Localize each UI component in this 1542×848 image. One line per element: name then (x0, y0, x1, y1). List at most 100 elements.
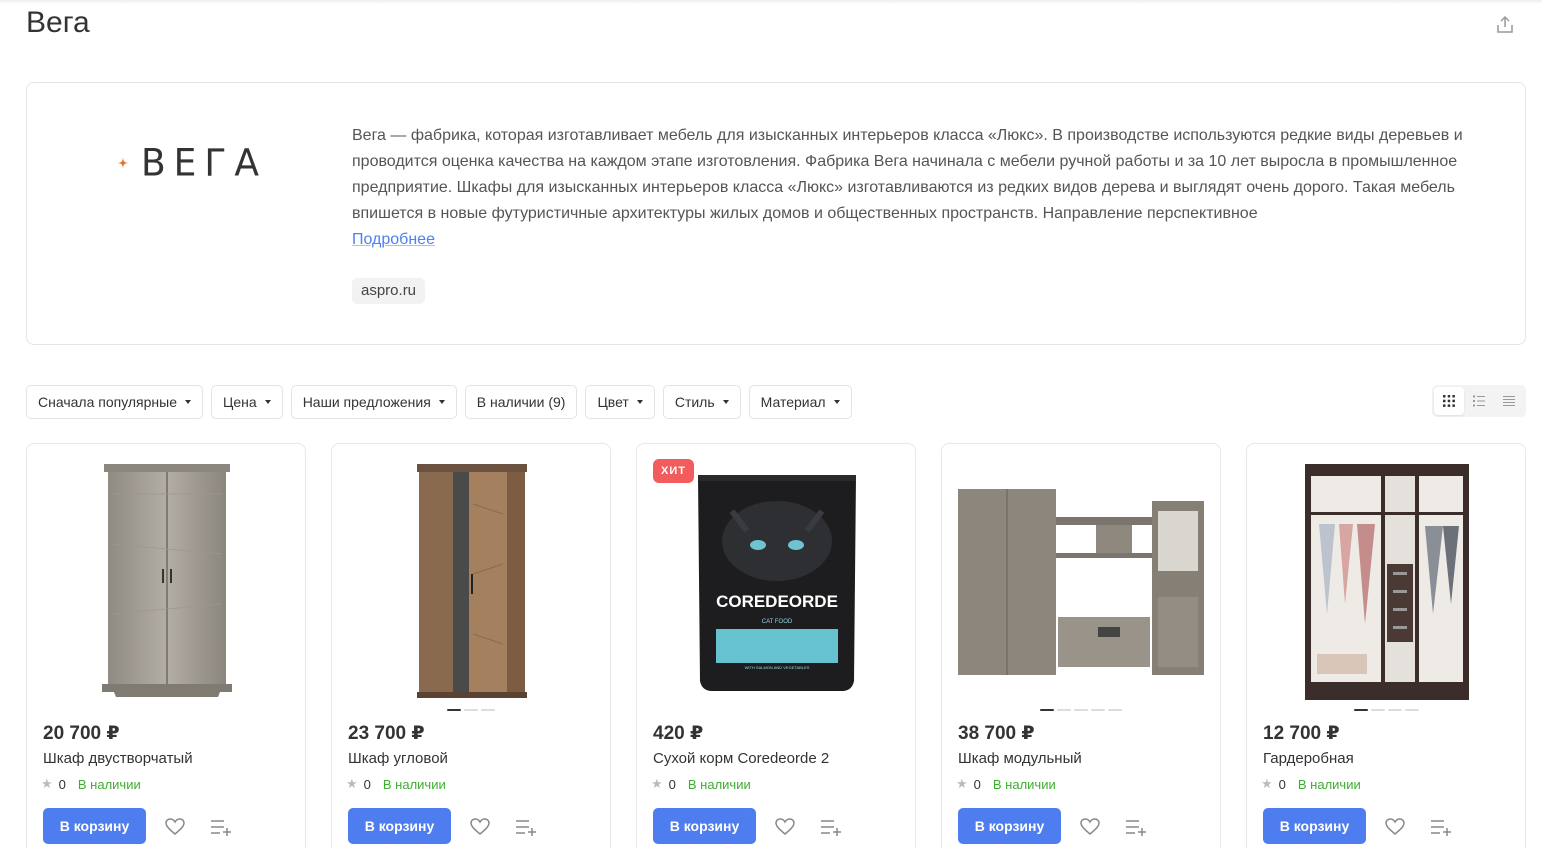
product-image[interactable] (43, 462, 291, 702)
stock-status: В наличии (77, 776, 141, 792)
svg-text:CAT FOOD: CAT FOOD (762, 619, 793, 625)
product-price: 420 ₽ (653, 723, 704, 744)
rating-count: 0 (58, 776, 66, 792)
filter-button[interactable]: Сначала популярные (26, 385, 204, 419)
image-slider-dots[interactable] (1247, 709, 1525, 711)
product-image[interactable] (348, 462, 596, 702)
product-grid: 20 700 ₽ Шкаф двустворчатый ★ 0 В наличии В к… (26, 443, 1526, 848)
product-card[interactable]: 12 700 ₽ Гардеробная ★ 0 В наличии В корзину (1246, 443, 1526, 848)
compare-icon[interactable] (1124, 816, 1148, 838)
slider-dot[interactable] (1370, 709, 1385, 711)
add-to-cart-button[interactable]: В корзину (653, 808, 756, 844)
filter-button[interactable]: В наличии (9) (464, 385, 578, 419)
compare-icon[interactable] (209, 816, 233, 838)
list-view-icon[interactable] (1464, 387, 1494, 415)
slider-dot[interactable] (1108, 709, 1122, 711)
heart-icon[interactable] (469, 816, 491, 838)
heart-icon[interactable] (1079, 816, 1101, 838)
filter-label: Материал (760, 394, 826, 410)
heart-icon[interactable] (1384, 816, 1406, 838)
filter-button[interactable]: Стиль (662, 385, 741, 419)
slider-dot[interactable] (1074, 709, 1088, 711)
product-price: 20 700 ₽ (43, 723, 120, 744)
add-to-cart-button[interactable]: В корзину (43, 808, 146, 844)
product-card[interactable]: 20 700 ₽ Шкаф двустворчатый ★ 0 В наличии В к… (26, 443, 306, 848)
product-name[interactable]: Сухой корм Coredeorde 2 (653, 750, 829, 767)
svg-text:COREDEORDE: COREDEORDE (716, 592, 838, 611)
read-more-link[interactable]: Подробнее (352, 227, 435, 253)
filter-label: Цена (223, 394, 257, 410)
slider-dot[interactable] (1057, 709, 1071, 711)
product-card[interactable]: 23 700 ₽ Шкаф угловой ★ 0 В наличии В корзину (331, 443, 611, 848)
add-to-cart-button[interactable]: В корзину (1263, 808, 1366, 844)
svg-text:WITH SALMON AND VEGETABLES: WITH SALMON AND VEGETABLES (745, 665, 810, 670)
product-meta: ★ 0 В наличии (346, 776, 446, 792)
brand-logo-text: ВЕГА (140, 141, 267, 185)
caret-down-icon (438, 400, 445, 404)
brand-card: ВЕГА Вега — фабрика, которая изготавлива… (26, 82, 1526, 345)
rating-count: 0 (973, 776, 981, 792)
product-card[interactable]: 38 700 ₽ Шкаф модульный ★ 0 В наличии В корзи… (941, 443, 1221, 848)
product-name[interactable]: Шкаф модульный (958, 750, 1082, 767)
product-meta: ★ 0 В наличии (1261, 776, 1361, 792)
heart-icon[interactable] (164, 816, 186, 838)
stock-status: В наличии (1297, 776, 1361, 792)
product-image[interactable]: COREDEORDE CAT FOOD WITH SALMON AND VEGE… (653, 462, 901, 702)
star-icon: ★ (956, 776, 968, 791)
product-image[interactable] (958, 462, 1206, 702)
compare-icon[interactable] (1429, 816, 1453, 838)
rating-count: 0 (1278, 776, 1286, 792)
filter-label: В наличии (9) (476, 394, 566, 410)
brand-logo: ВЕГА (117, 141, 267, 185)
add-to-cart-button[interactable]: В корзину (958, 808, 1061, 844)
filter-button[interactable]: Наши предложения (290, 385, 457, 419)
product-meta: ★ 0 В наличии (956, 776, 1056, 792)
slider-dot[interactable] (1040, 709, 1054, 711)
filter-label: Сначала популярные (38, 394, 178, 410)
slider-dot[interactable] (1353, 709, 1368, 711)
heart-icon[interactable] (774, 816, 796, 838)
slider-dot[interactable] (1404, 709, 1419, 711)
page-title: Вега (26, 6, 90, 39)
slider-dot[interactable] (481, 709, 495, 711)
filter-button[interactable]: Цвет (585, 385, 655, 419)
image-slider-dots[interactable] (942, 709, 1220, 711)
slider-dot[interactable] (1387, 709, 1402, 711)
product-price: 38 700 ₽ (958, 723, 1035, 744)
rating-count: 0 (668, 776, 676, 792)
table-view-icon[interactable] (1494, 387, 1524, 415)
caret-down-icon (722, 400, 729, 404)
product-image[interactable] (1263, 462, 1511, 702)
rating-count: 0 (363, 776, 371, 792)
product-name[interactable]: Гардеробная (1263, 750, 1354, 767)
product-name[interactable]: Шкаф двустворчатый (43, 750, 193, 767)
grid-view-icon[interactable] (1434, 387, 1464, 415)
header-shadow (0, 0, 1542, 4)
slider-dot[interactable] (464, 709, 478, 711)
star-icon: ★ (346, 776, 358, 791)
stock-status: В наличии (382, 776, 446, 792)
star-icon: ★ (41, 776, 53, 791)
brand-description-block: Вега — фабрика, которая изготавливает ме… (352, 123, 1502, 253)
product-card[interactable]: COREDEORDE CAT FOOD WITH SALMON AND VEGE… (636, 443, 916, 848)
image-slider-dots[interactable] (332, 709, 610, 711)
brand-site-tag[interactable]: aspro.ru (352, 278, 426, 304)
filter-button[interactable]: Цена (211, 385, 283, 419)
filter-bar: Сначала популярные Цена Наши предложения В … (26, 385, 852, 419)
caret-down-icon (833, 400, 840, 404)
filter-button[interactable]: Материал (748, 385, 852, 419)
add-to-cart-button[interactable]: В корзину (348, 808, 451, 844)
compare-icon[interactable] (819, 816, 843, 838)
brand-description: Вега — фабрика, которая изготавливает ме… (352, 127, 1463, 222)
slider-dot[interactable] (1091, 709, 1105, 711)
hit-badge: ХИТ (653, 459, 694, 483)
product-name[interactable]: Шкаф угловой (348, 750, 448, 767)
filter-label: Стиль (674, 394, 715, 410)
filter-label: Цвет (597, 394, 629, 410)
share-icon[interactable] (1494, 14, 1516, 36)
compare-icon[interactable] (514, 816, 538, 838)
caret-down-icon (264, 400, 271, 404)
slider-dot[interactable] (447, 709, 461, 711)
stock-status: В наличии (992, 776, 1056, 792)
view-switcher (1432, 385, 1526, 417)
